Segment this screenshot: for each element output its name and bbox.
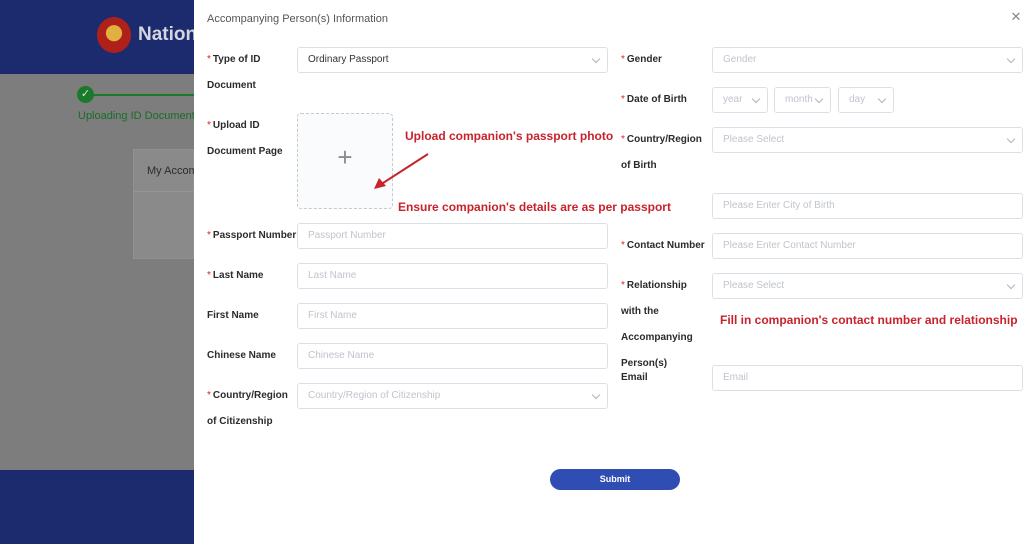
last-name-label-text: Last Name <box>212 270 264 281</box>
passport-number-label: * Passport Number <box>207 223 297 249</box>
chevron-down-icon <box>745 88 767 112</box>
modal-title: Accompanying Person(s) Information <box>207 13 388 25</box>
dob-label: * Date of Birth <box>621 87 711 113</box>
id-type-label-text: Type of ID Document <box>207 54 261 91</box>
dob-year-placeholder: year <box>723 94 743 105</box>
step-label: Uploading ID Document I <box>78 110 201 122</box>
background-card-header: My Accom <box>134 150 198 192</box>
email-input[interactable]: Email <box>712 365 1023 391</box>
gender-label: * Gender <box>621 47 701 73</box>
passport-number-input[interactable]: Passport Number <box>297 223 608 249</box>
id-type-select[interactable]: Ordinary Passport <box>297 47 608 73</box>
citizenship-label-text: Country/Region of Citizenship <box>207 390 288 427</box>
chevron-down-icon <box>1000 128 1022 152</box>
citizenship-label: * Country/Region of Citizenship <box>207 383 293 435</box>
national-emblem-icon <box>97 17 131 53</box>
relationship-placeholder: Please Select <box>723 280 785 291</box>
contact-number-input[interactable]: Please Enter Contact Number <box>712 233 1023 259</box>
dob-day-select[interactable]: day <box>838 87 894 113</box>
background-card: My Accom <box>133 149 198 259</box>
birth-country-select[interactable]: Please Select <box>712 127 1023 153</box>
dob-year-select[interactable]: year <box>712 87 768 113</box>
annotation-arrow-icon <box>374 153 429 189</box>
relationship-label: * Relationship with the Accompanying Pers… <box>621 273 707 377</box>
site-title: Nation <box>138 24 198 45</box>
id-type-label: * Type of ID Document <box>207 47 287 99</box>
last-name-label: * Last Name <box>207 263 297 289</box>
progress-line <box>92 94 194 96</box>
gender-label-text: Gender <box>626 54 662 65</box>
birth-country-label: * Country/Region of Birth <box>621 127 707 179</box>
citizenship-placeholder: Country/Region of Citizenship <box>308 390 441 401</box>
annotation-upload-note: Upload companion's passport photo <box>405 129 614 143</box>
required-marker: * <box>207 120 211 131</box>
birth-country-placeholder: Please Select <box>723 134 785 145</box>
annotation-details-note: Ensure companion's details are as per pa… <box>398 200 671 214</box>
gender-select[interactable]: Gender <box>712 47 1023 73</box>
close-icon[interactable]: ✕ <box>1009 10 1023 24</box>
first-name-label: First Name <box>207 310 259 321</box>
chevron-down-icon <box>585 48 607 72</box>
background-card-label: My Accom <box>147 165 198 177</box>
chevron-down-icon <box>585 384 607 408</box>
upload-label-text: Upload ID Document Page <box>207 120 283 157</box>
step-complete-check-icon: ✓ <box>77 86 94 103</box>
chevron-down-icon <box>1000 48 1022 72</box>
accompanying-person-modal: Accompanying Person(s) Information ✕ * Ty… <box>194 0 1024 544</box>
birth-country-label-text: Country/Region of Birth <box>621 134 702 171</box>
chevron-down-icon <box>1000 274 1022 298</box>
gender-placeholder: Gender <box>723 54 757 65</box>
last-name-input[interactable]: Last Name <box>297 263 608 289</box>
chinese-name-input[interactable]: Chinese Name <box>297 343 608 369</box>
required-marker: * <box>621 240 625 251</box>
id-type-value: Ordinary Passport <box>308 54 389 65</box>
relationship-select[interactable]: Please Select <box>712 273 1023 299</box>
required-marker: * <box>621 54 625 65</box>
first-name-input[interactable]: First Name <box>297 303 608 329</box>
passport-number-label-text: Passport Number <box>212 230 297 241</box>
required-marker: * <box>621 134 625 145</box>
dob-day-placeholder: day <box>849 94 866 105</box>
required-marker: * <box>621 94 625 105</box>
upload-label: * Upload ID Document Page <box>207 113 287 165</box>
contact-number-label: * Contact Number <box>621 233 711 259</box>
birth-city-input[interactable]: Please Enter City of Birth <box>712 193 1023 219</box>
required-marker: * <box>207 230 211 241</box>
dob-month-select[interactable]: month <box>774 87 831 113</box>
chinese-name-label: Chinese Name <box>207 350 276 361</box>
email-label: Email <box>621 372 648 383</box>
required-marker: * <box>207 54 211 65</box>
chevron-down-icon <box>808 88 830 112</box>
required-marker: * <box>621 280 625 291</box>
submit-button[interactable]: Submit <box>550 469 680 490</box>
chevron-down-icon <box>871 88 893 112</box>
annotation-contact-note: Fill in companion's contact number and r… <box>720 313 1018 327</box>
required-marker: * <box>207 270 211 281</box>
contact-number-label-text: Contact Number <box>626 240 705 251</box>
dob-label-text: Date of Birth <box>626 94 687 105</box>
relationship-label-text: Relationship with the Accompanying Perso… <box>621 280 693 369</box>
citizenship-select[interactable]: Country/Region of Citizenship <box>297 383 608 409</box>
required-marker: * <box>207 390 211 401</box>
